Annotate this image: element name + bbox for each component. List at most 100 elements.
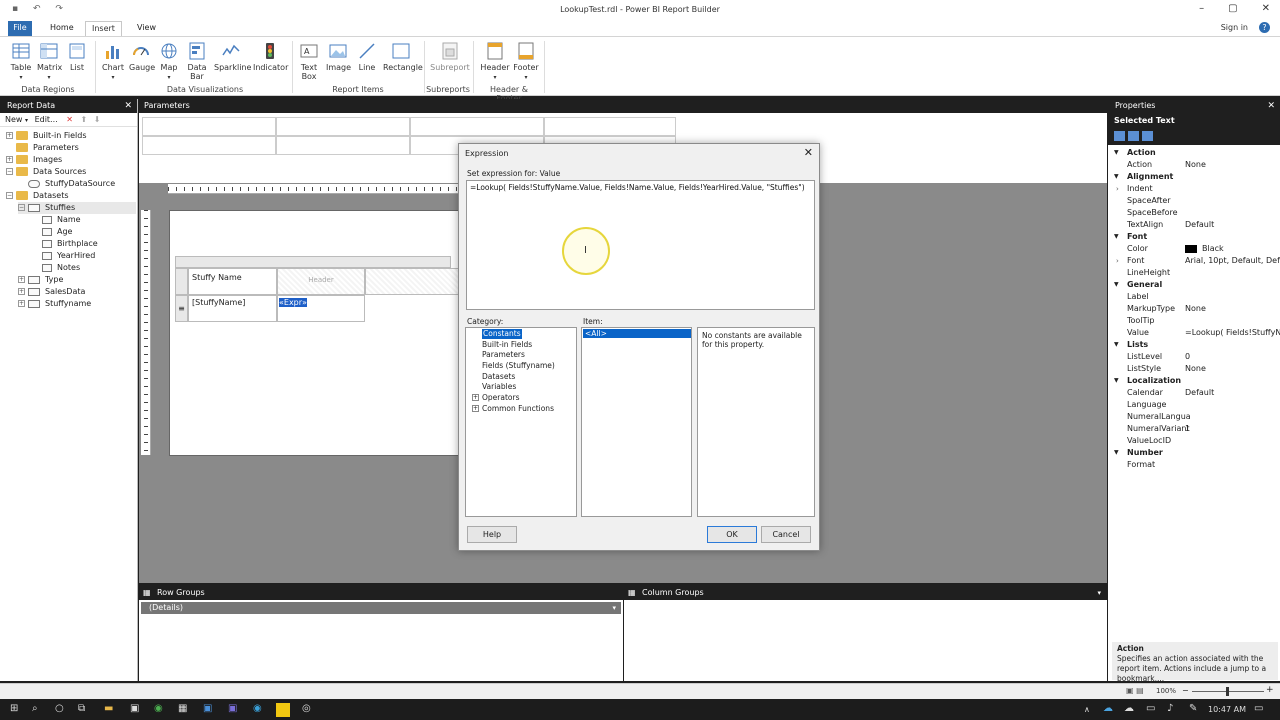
table-header-cell-3[interactable] xyxy=(365,268,459,295)
stuffyname-cell[interactable]: [StuffyName] xyxy=(188,295,277,322)
tree-item-datasets[interactable]: − Datasets xyxy=(6,190,69,202)
edge-icon[interactable]: ◉ xyxy=(253,703,262,714)
parameter-cell[interactable] xyxy=(276,136,410,155)
tree-item-field[interactable]: Age xyxy=(42,226,72,238)
line-button[interactable]: Line xyxy=(356,41,378,72)
close-icon[interactable]: ✕ xyxy=(804,146,813,159)
expression-editor[interactable]: =Lookup( Fields!StuffyName.Value, Fields… xyxy=(466,180,815,310)
tree-item-dataset[interactable]: + Type xyxy=(18,274,63,286)
volume-icon[interactable]: ♪ xyxy=(1167,703,1173,714)
report-builder-icon[interactable] xyxy=(276,703,290,717)
property-row[interactable]: ListStyle None xyxy=(1108,363,1280,375)
dropdown-icon[interactable]: ▾ xyxy=(612,602,616,614)
category-constants[interactable]: Constants xyxy=(482,329,522,339)
expand-icon[interactable]: + xyxy=(472,394,479,401)
expand-icon[interactable]: + xyxy=(18,276,25,283)
tree-item-dataset[interactable]: + Stuffyname xyxy=(18,298,91,310)
details-group[interactable]: (Details) ▾ xyxy=(141,602,621,614)
property-category[interactable]: ▼ Lists xyxy=(1108,339,1280,351)
chrome-icon[interactable]: ◉ xyxy=(154,703,163,714)
tab-home[interactable]: Home xyxy=(44,21,80,36)
property-row[interactable]: ›FontArial, 10pt, Default, Default xyxy=(1108,255,1280,267)
property-row[interactable]: NumeralVariant 1 xyxy=(1108,423,1280,435)
property-category[interactable]: ▼ General xyxy=(1108,279,1280,291)
network-icon[interactable]: ▭ xyxy=(1146,703,1155,714)
collapse-icon[interactable]: ▼ xyxy=(1114,231,1119,243)
minimize-button[interactable]: – xyxy=(1199,3,1204,14)
property-row[interactable]: LineHeight xyxy=(1108,267,1280,279)
property-pages-icon[interactable] xyxy=(1142,131,1153,141)
category-common-functions[interactable]: Common Functions xyxy=(482,404,554,414)
parameter-cell[interactable] xyxy=(276,117,410,136)
start-icon[interactable]: ⊞ xyxy=(10,703,18,714)
close-icon[interactable]: ✕ xyxy=(1267,99,1275,113)
view-icons[interactable]: ▣ ▤ xyxy=(1126,686,1144,695)
tree-item-images[interactable]: + Images xyxy=(6,154,62,166)
collapse-icon[interactable]: ▼ xyxy=(1114,171,1119,183)
parameter-cell[interactable] xyxy=(142,136,276,155)
expand-icon[interactable]: › xyxy=(1116,183,1119,195)
teams-icon[interactable]: ▣ xyxy=(228,703,237,714)
property-row[interactable]: Action None xyxy=(1108,159,1280,171)
matrix-button[interactable]: Matrix ▾ xyxy=(37,41,62,82)
close-window-button[interactable]: ✕ xyxy=(1262,3,1270,14)
outlook-icon[interactable]: ▣ xyxy=(203,703,212,714)
expand-icon[interactable]: + xyxy=(472,405,479,412)
tree-item-stuffies[interactable]: − Stuffies xyxy=(18,202,136,214)
property-row[interactable]: SpaceBefore xyxy=(1108,207,1280,219)
app-icon[interactable]: ◎ xyxy=(302,703,311,714)
table-header-cell[interactable]: Stuffy Name xyxy=(188,268,277,295)
details-row-handle[interactable]: ≡ xyxy=(175,295,188,322)
tray-chevron-icon[interactable]: ∧ xyxy=(1084,705,1090,714)
tree-item-field[interactable]: YearHired xyxy=(42,250,95,262)
property-row[interactable]: › Indent xyxy=(1108,183,1280,195)
close-icon[interactable]: ✕ xyxy=(124,99,132,113)
property-category[interactable]: ▼ Action xyxy=(1108,147,1280,159)
expand-icon[interactable]: + xyxy=(18,300,25,307)
collapse-icon[interactable]: ▼ xyxy=(1114,147,1119,159)
report-body[interactable]: ≡ Stuffy Name Header [StuffyName] «Expr» xyxy=(169,210,459,456)
category-built-in-fields[interactable]: Built-in Fields xyxy=(482,340,532,350)
expand-icon[interactable]: + xyxy=(6,156,13,163)
column-handle-row[interactable] xyxy=(175,256,451,268)
property-row[interactable]: Calendar Default xyxy=(1108,387,1280,399)
property-row[interactable]: Color Black xyxy=(1108,243,1280,255)
property-row[interactable]: ValueLocID xyxy=(1108,435,1280,447)
map-button[interactable]: Map ▾ xyxy=(158,41,180,82)
property-row[interactable]: Format xyxy=(1108,459,1280,471)
property-row[interactable]: ToolTip xyxy=(1108,315,1280,327)
property-row[interactable]: Label xyxy=(1108,291,1280,303)
maximize-button[interactable]: ▢ xyxy=(1228,3,1237,14)
table-button[interactable]: Table ▾ xyxy=(9,41,33,82)
collapse-icon[interactable]: ▼ xyxy=(1114,279,1119,291)
tree-item-field[interactable]: Notes xyxy=(42,262,80,274)
clock[interactable]: 10:47 AM xyxy=(1208,705,1246,714)
property-row[interactable]: ListLevel 0 xyxy=(1108,351,1280,363)
property-row[interactable]: TextAlign Default xyxy=(1108,219,1280,231)
list-button[interactable]: List xyxy=(66,41,88,72)
collapse-icon[interactable]: − xyxy=(6,168,13,175)
move-down-icon[interactable]: ⬇ xyxy=(94,115,101,124)
edit-button[interactable]: Edit... xyxy=(35,115,58,124)
sparkline-button[interactable]: Sparkline xyxy=(214,41,251,72)
help-icon[interactable]: ? xyxy=(1259,22,1270,33)
collapse-icon[interactable]: ▼ xyxy=(1114,375,1119,387)
chevron-down-icon[interactable]: ▾ xyxy=(1097,586,1101,600)
property-category[interactable]: ▼ Localization xyxy=(1108,375,1280,387)
rectangle-button[interactable]: Rectangle xyxy=(383,41,423,72)
tree-item-built-in-fields[interactable]: + Built-in Fields xyxy=(6,130,87,142)
zoom-out-icon[interactable]: − xyxy=(1182,686,1189,695)
pen-icon[interactable]: ✎ xyxy=(1189,703,1197,714)
collapse-icon[interactable]: ▼ xyxy=(1114,339,1119,351)
calculator-icon[interactable]: ▦ xyxy=(178,703,187,714)
category-variables[interactable]: Variables xyxy=(482,382,516,392)
item-all[interactable]: <All> xyxy=(583,329,691,338)
table-header-cell-2[interactable]: Header xyxy=(277,268,365,295)
tab-file[interactable]: File xyxy=(8,21,32,36)
expression-cell[interactable]: «Expr» xyxy=(277,295,365,322)
task-view-icon[interactable]: ⧉ xyxy=(78,703,85,714)
chart-button[interactable]: Chart ▾ xyxy=(101,41,125,82)
row-handle[interactable] xyxy=(175,268,188,295)
parameter-cell[interactable] xyxy=(544,117,676,136)
image-button[interactable]: Image xyxy=(326,41,351,72)
